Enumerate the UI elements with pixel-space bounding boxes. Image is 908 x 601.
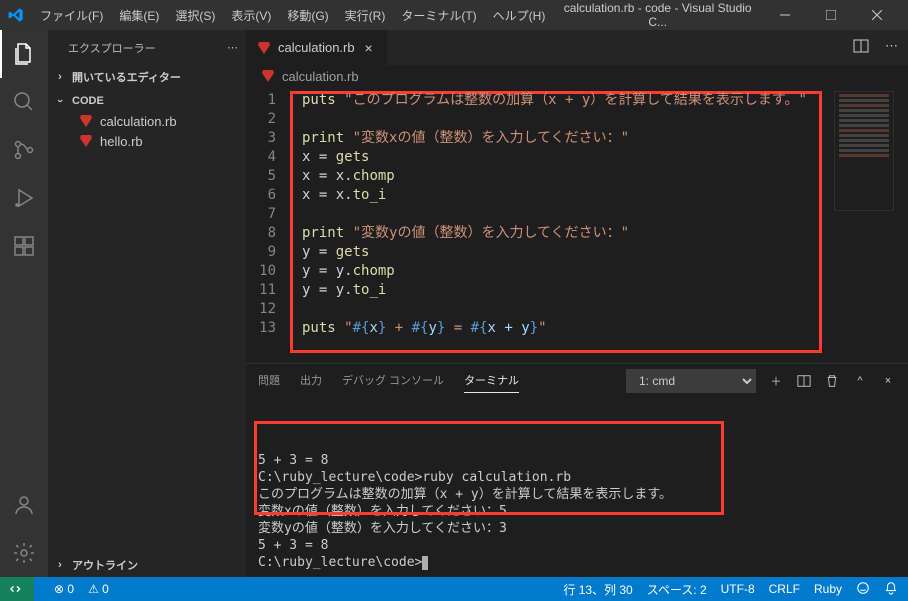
eol[interactable]: CRLF	[769, 582, 800, 596]
file-item[interactable]: calculation.rb	[48, 111, 246, 131]
errors-count[interactable]: ⊗ 0	[54, 582, 74, 596]
maximize-panel-icon[interactable]: ^	[852, 373, 868, 389]
split-editor-icon[interactable]	[853, 38, 869, 57]
chevron-right-icon: ›	[52, 69, 68, 85]
source-control-icon[interactable]	[0, 126, 48, 174]
remote-button[interactable]	[0, 577, 34, 601]
extensions-icon[interactable]	[0, 222, 48, 270]
terminal[interactable]: 5 + 3 = 8C:\ruby_lecture\code>ruby calcu…	[246, 397, 908, 577]
run-debug-icon[interactable]	[0, 174, 48, 222]
explorer-sidebar: エクスプローラー ⋯ › 開いているエディター › CODE calculati…	[48, 30, 246, 577]
vscode-logo-icon	[8, 7, 24, 23]
panel-tab[interactable]: ターミナル	[464, 368, 519, 393]
bottom-panel: 問題出力デバッグ コンソールターミナル 1: cmd ＋ ^ × 5 + 3 =…	[246, 363, 908, 577]
minimize-button[interactable]	[762, 0, 808, 30]
menu-item[interactable]: ターミナル(T)	[393, 3, 484, 28]
panel-tab[interactable]: 問題	[258, 368, 280, 393]
feedback-icon[interactable]	[856, 581, 870, 598]
close-panel-icon[interactable]: ×	[880, 373, 896, 389]
status-bar: ⊗ 0 ⚠ 0 行 13、列 30 スペース: 2 UTF-8 CRLF Rub…	[0, 577, 908, 601]
cursor-position[interactable]: 行 13、列 30	[563, 581, 632, 598]
breadcrumb[interactable]: calculation.rb	[246, 65, 908, 87]
menu-item[interactable]: 表示(V)	[223, 3, 279, 28]
editor-tabs: calculation.rb × ⋯	[246, 30, 908, 65]
settings-icon[interactable]	[0, 529, 48, 577]
close-button[interactable]	[854, 0, 900, 30]
open-editors-section[interactable]: › 開いているエディター	[48, 67, 246, 87]
kill-terminal-icon[interactable]	[824, 373, 840, 389]
titlebar: ファイル(F)編集(E)選択(S)表示(V)移動(G)実行(R)ターミナル(T)…	[0, 0, 908, 30]
explorer-icon[interactable]	[0, 30, 48, 78]
ruby-icon	[78, 113, 94, 129]
panel-tab[interactable]: 出力	[300, 368, 322, 393]
chevron-right-icon: ›	[52, 557, 68, 573]
menu-item[interactable]: 実行(R)	[337, 3, 394, 28]
menu-item[interactable]: 選択(S)	[167, 3, 223, 28]
new-terminal-icon[interactable]: ＋	[768, 373, 784, 389]
outline-section[interactable]: › アウトライン	[48, 555, 246, 575]
code-editor[interactable]: 12345678910111213 puts "このプログラムは整数の加算（x …	[246, 87, 908, 338]
maximize-button[interactable]	[808, 0, 854, 30]
close-tab-icon[interactable]: ×	[361, 40, 377, 56]
more-icon[interactable]: ⋯	[227, 41, 238, 54]
menu-item[interactable]: ヘルプ(H)	[485, 3, 554, 28]
panel-tab[interactable]: デバッグ コンソール	[342, 368, 444, 393]
file-item[interactable]: hello.rb	[48, 131, 246, 151]
accounts-icon[interactable]	[0, 481, 48, 529]
ruby-icon	[78, 133, 94, 149]
tab-calculation[interactable]: calculation.rb ×	[246, 30, 388, 65]
indentation[interactable]: スペース: 2	[647, 581, 707, 598]
more-actions-icon[interactable]: ⋯	[885, 38, 898, 57]
folder-section[interactable]: › CODE	[48, 91, 246, 111]
ruby-icon	[256, 40, 272, 56]
activity-bar	[0, 30, 48, 577]
terminal-selector[interactable]: 1: cmd	[626, 369, 756, 393]
ruby-icon	[260, 68, 276, 84]
warnings-count[interactable]: ⚠ 0	[88, 582, 109, 596]
chevron-down-icon: ›	[52, 93, 68, 109]
notifications-icon[interactable]	[884, 581, 898, 598]
menu-item[interactable]: 編集(E)	[111, 3, 167, 28]
minimap[interactable]	[834, 91, 894, 211]
menu-item[interactable]: ファイル(F)	[32, 3, 111, 28]
encoding[interactable]: UTF-8	[721, 582, 755, 596]
language-mode[interactable]: Ruby	[814, 582, 842, 596]
split-terminal-icon[interactable]	[796, 373, 812, 389]
search-icon[interactable]	[0, 78, 48, 126]
window-title: calculation.rb - code - Visual Studio C.…	[557, 1, 758, 29]
explorer-title: エクスプローラー	[68, 40, 156, 56]
menu-item[interactable]: 移動(G)	[279, 3, 336, 28]
